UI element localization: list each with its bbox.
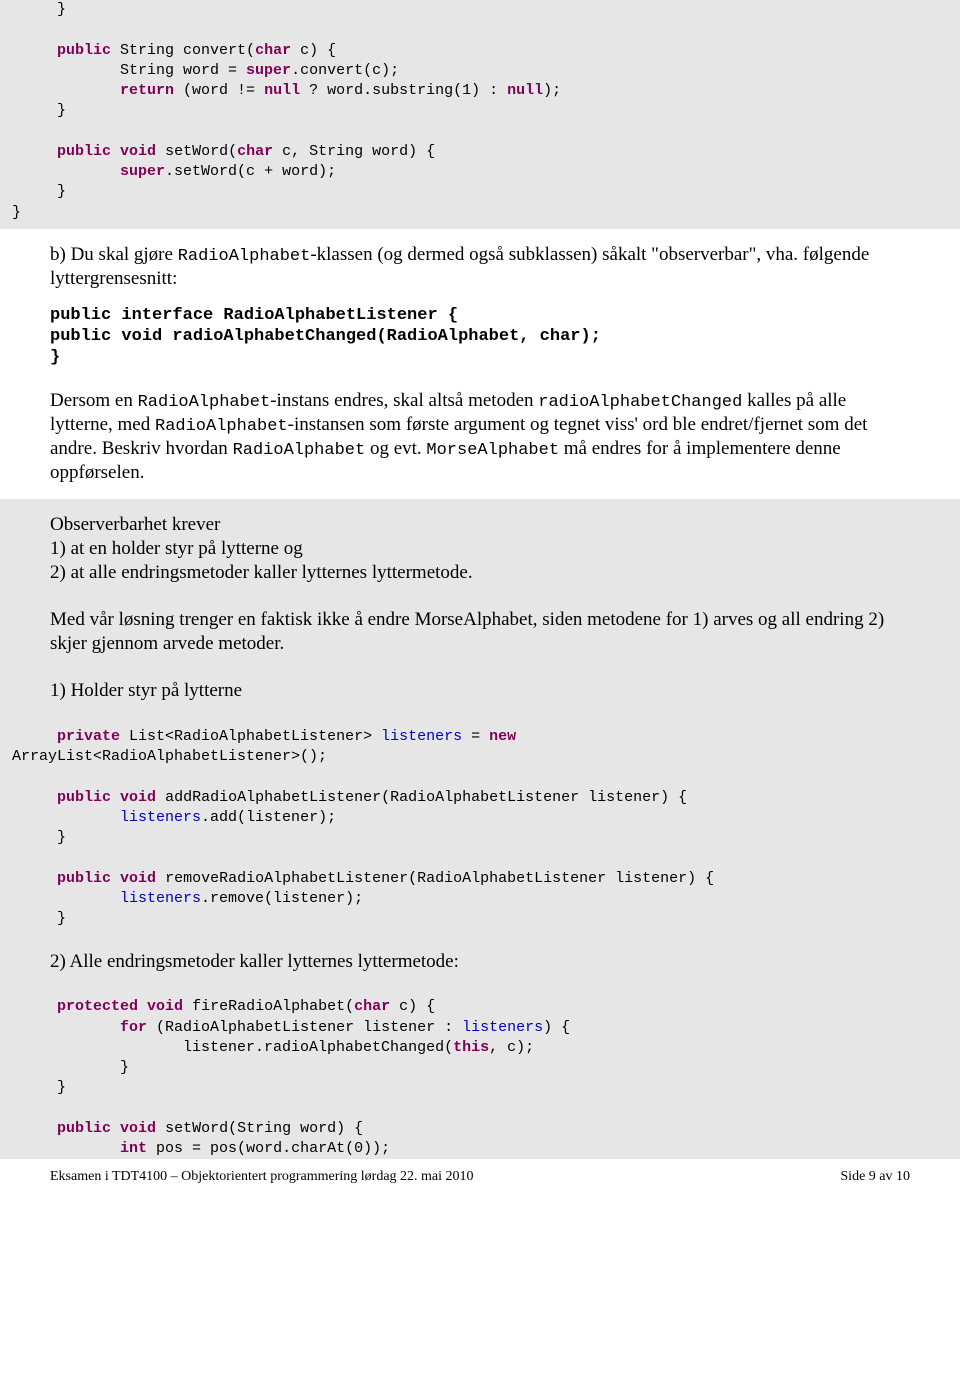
paragraph-b-intro: b) Du skal gjøre RadioAlphabet-klassen (… — [0, 229, 960, 305]
code-line: } — [12, 1, 66, 18]
code-line: listeners.add(listener); — [12, 809, 336, 826]
code-line: super.setWord(c + word); — [12, 163, 336, 180]
code-line: } — [12, 1059, 129, 1076]
code-block-3: protected void fireRadioAlphabet(char c)… — [0, 987, 960, 1159]
code-line: public void addRadioAlphabetListener(Rad… — [12, 789, 687, 806]
text-line: Med vår løsning trenger en faktisk ikke … — [50, 608, 900, 656]
code-line: } — [12, 1079, 66, 1096]
code-line: public void setWord(char c, String word)… — [12, 143, 435, 160]
paragraph-endringsmetoder: 2) Alle endringsmetoder kaller lytternes… — [0, 936, 960, 988]
paragraph-observerbarhet: Observerbarhet krever 1) at en holder st… — [0, 499, 960, 717]
code-block-1: } public String convert(char c) { String… — [0, 0, 960, 229]
code-line: } — [12, 204, 21, 221]
paragraph-instructions: Dersom en RadioAlphabet-instans endres, … — [0, 383, 960, 500]
text-line: 2) at alle endringsmetoder kaller lytter… — [50, 561, 900, 585]
footer-exam-title: Eksamen i TDT4100 – Objektorientert prog… — [50, 1169, 474, 1185]
interface-listing: public interface RadioAlphabetListener {… — [0, 305, 960, 383]
code-line: protected void fireRadioAlphabet(char c)… — [12, 998, 435, 1015]
footer-page-number: Side 9 av 10 — [840, 1169, 910, 1185]
code-line: listeners.remove(listener); — [12, 890, 363, 907]
text-line: Observerbarhet krever — [50, 513, 900, 537]
code-line: public void setWord(String word) { — [12, 1120, 363, 1137]
code-line: return (word != null ? word.substring(1)… — [12, 82, 561, 99]
text-line: 1) Holder styr på lytterne — [50, 679, 900, 703]
code-line: } — [50, 347, 900, 368]
code-line: } — [12, 102, 66, 119]
text-line: 1) at en holder styr på lytterne og — [50, 537, 900, 561]
code-line: String word = super.convert(c); — [12, 62, 399, 79]
code-line: int pos = pos(word.charAt(0)); — [12, 1140, 390, 1157]
code-line: public void radioAlphabetChanged(RadioAl… — [50, 326, 900, 347]
code-line: public String convert(char c) { — [12, 42, 336, 59]
page-footer: Eksamen i TDT4100 – Objektorientert prog… — [0, 1159, 960, 1185]
code-line: private List<RadioAlphabetListener> list… — [12, 728, 516, 745]
code-line: public void removeRadioAlphabetListener(… — [12, 870, 714, 887]
code-line: for (RadioAlphabetListener listener : li… — [12, 1019, 570, 1036]
code-line: } — [12, 910, 66, 927]
code-line: public interface RadioAlphabetListener { — [50, 305, 900, 326]
code-line: ArrayList<RadioAlphabetListener>(); — [12, 748, 327, 765]
code-line: } — [12, 829, 66, 846]
code-block-2: private List<RadioAlphabetListener> list… — [0, 717, 960, 936]
code-line: listener.radioAlphabetChanged(this, c); — [12, 1039, 534, 1056]
code-line: } — [12, 183, 66, 200]
